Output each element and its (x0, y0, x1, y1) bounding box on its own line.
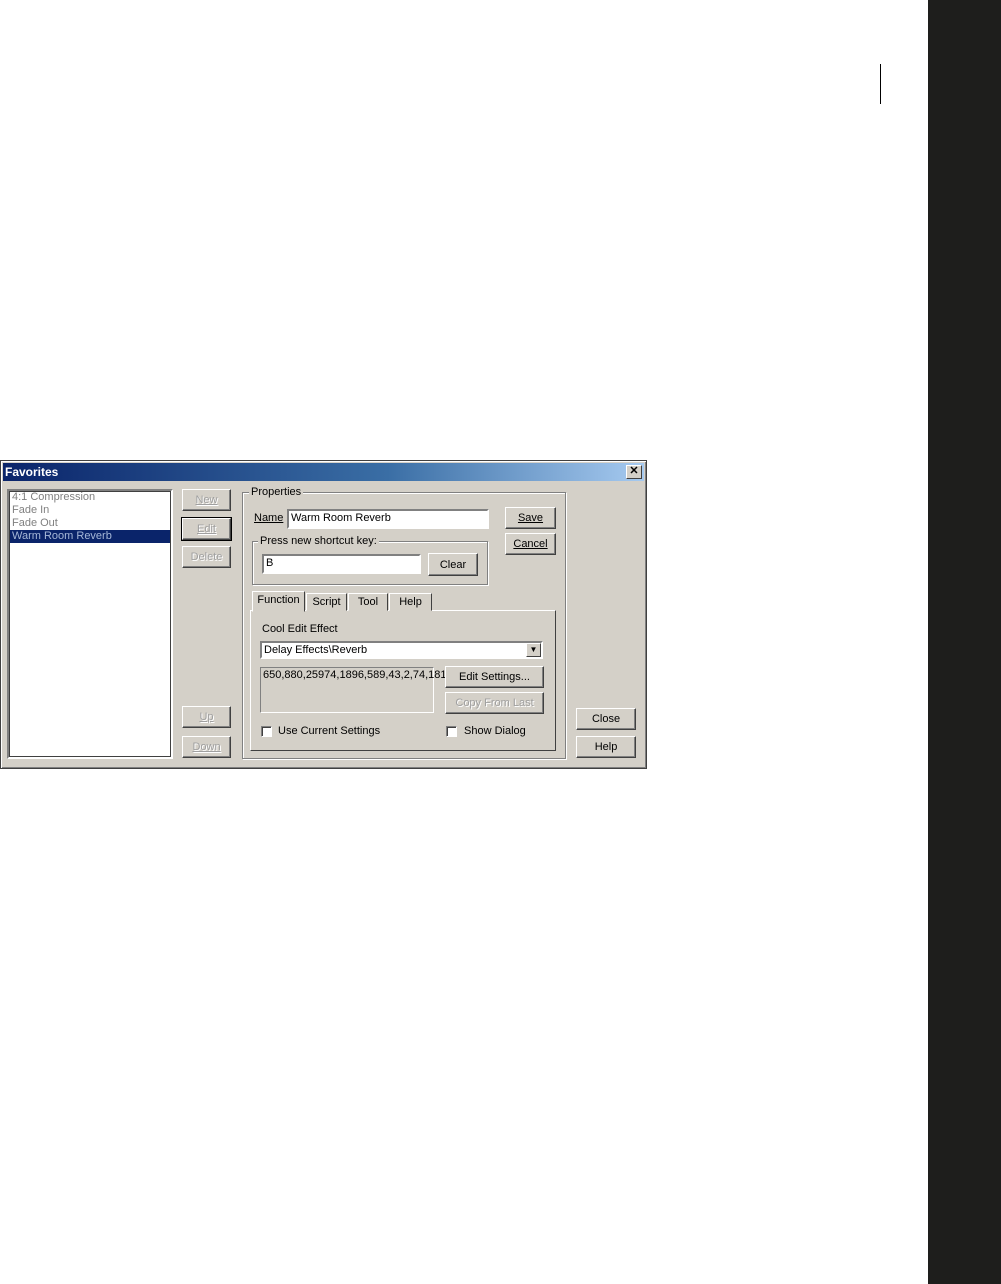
shortcut-group-label: Press new shortcut key: (258, 535, 379, 547)
up-button-label: Up (199, 711, 214, 723)
use-current-settings-checkbox[interactable] (261, 726, 272, 737)
effect-dropdown-value: Delay Effects\Reverb (264, 644, 368, 656)
move-up-button[interactable]: Up (182, 706, 231, 728)
chevron-down-icon[interactable]: ▼ (526, 643, 541, 657)
title-bar[interactable]: Favorites ✕ (3, 463, 644, 481)
edit-button-label: Edit (197, 523, 216, 535)
tab-tool[interactable]: Tool (348, 593, 388, 611)
shortcut-key-field[interactable]: B (262, 554, 421, 574)
show-dialog-label: Show Dialog (464, 725, 526, 737)
help-button[interactable]: Help (576, 736, 636, 758)
delete-button-label: Delete (190, 551, 223, 563)
list-item[interactable]: 4:1 Compression (9, 491, 171, 504)
move-down-button[interactable]: Down (182, 736, 231, 758)
effect-label: Cool Edit Effect (262, 623, 338, 635)
list-item[interactable]: Fade In (9, 504, 171, 517)
new-button[interactable]: New (182, 489, 231, 511)
save-button-label: Save (517, 512, 544, 524)
window-title: Favorites (5, 465, 59, 479)
tab-script[interactable]: Script (306, 593, 347, 611)
copy-from-last-button[interactable]: Copy From Last (445, 692, 544, 714)
cancel-button[interactable]: Cancel (505, 533, 556, 555)
show-dialog-checkbox[interactable] (446, 726, 457, 737)
clear-button[interactable]: Clear (428, 553, 478, 576)
name-label-text: Name (254, 512, 284, 524)
close-icon[interactable]: ✕ (626, 465, 642, 479)
delete-button[interactable]: Delete (182, 546, 231, 568)
list-item-selected[interactable]: Warm Room Reverb (9, 530, 171, 543)
new-button-label: New (195, 494, 218, 506)
edit-settings-button[interactable]: Edit Settings... (445, 666, 544, 688)
save-button[interactable]: Save (505, 507, 556, 529)
page-edge-bar (928, 0, 1001, 1284)
settings-readout: 650,880,25974,1896,589,43,2,74,181,1,872 (260, 667, 477, 713)
close-button[interactable]: Close (576, 708, 636, 730)
favorites-list[interactable]: 4:1 Compression Fade In Fade Out Warm Ro… (7, 489, 173, 759)
properties-group-label: Properties (249, 486, 304, 498)
tab-help[interactable]: Help (389, 593, 432, 611)
text-cursor (880, 64, 881, 104)
effect-dropdown[interactable]: Delay Effects\Reverb ▼ (260, 641, 543, 659)
name-label: Name (254, 512, 283, 524)
tab-function[interactable]: Function (252, 591, 305, 612)
list-item[interactable]: Fade Out (9, 517, 171, 530)
name-field[interactable]: Warm Room Reverb (287, 509, 489, 529)
edit-button[interactable]: Edit (181, 517, 232, 541)
cancel-button-label: Cancel (513, 538, 548, 550)
use-current-settings-label: Use Current Settings (278, 725, 381, 737)
down-button-label: Down (192, 741, 221, 753)
